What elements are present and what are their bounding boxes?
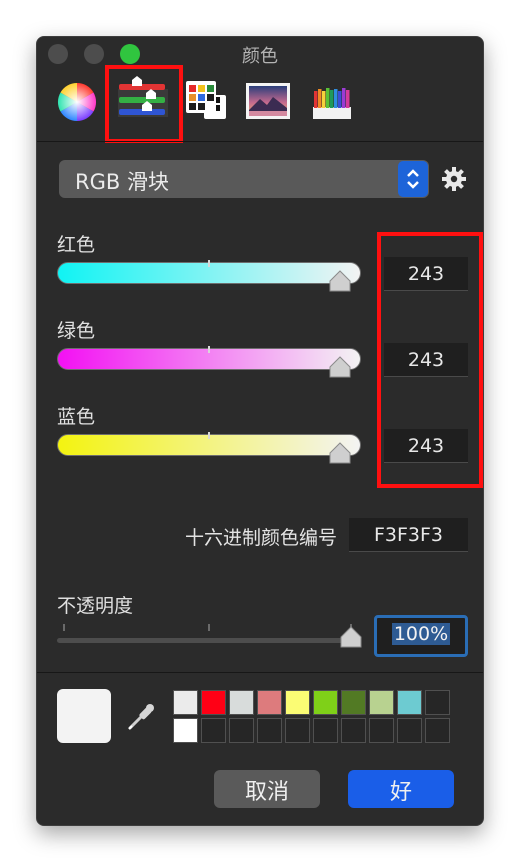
opacity-tick bbox=[208, 624, 210, 631]
color-swatch[interactable] bbox=[201, 690, 226, 715]
color-wheel-icon bbox=[57, 82, 97, 122]
color-swatch[interactable] bbox=[173, 718, 198, 743]
current-color-well[interactable] bbox=[57, 689, 111, 743]
opacity-label: 不透明度 bbox=[57, 595, 134, 617]
color-swatch[interactable] bbox=[313, 690, 338, 715]
palette-grid-icon bbox=[186, 81, 226, 119]
values-highlight-box bbox=[377, 232, 483, 488]
color-swatch[interactable] bbox=[397, 718, 422, 743]
color-swatch[interactable] bbox=[341, 718, 366, 743]
color-swatch[interactable] bbox=[285, 690, 310, 715]
pencils-tab[interactable] bbox=[307, 77, 357, 127]
red-slider[interactable] bbox=[57, 260, 361, 292]
color-swatch[interactable] bbox=[257, 690, 282, 715]
eyedropper-icon bbox=[128, 704, 154, 730]
opacity-slider-knob[interactable] bbox=[339, 623, 363, 651]
toolbar-separator bbox=[37, 141, 483, 142]
chevron-updown-icon bbox=[407, 169, 419, 189]
pencils-icon bbox=[313, 88, 351, 119]
eyedropper-button[interactable] bbox=[123, 699, 159, 735]
ok-button[interactable]: 好 bbox=[348, 770, 454, 808]
window-title: 颜色 bbox=[242, 46, 278, 67]
color-swatch[interactable] bbox=[425, 718, 450, 743]
green-slider[interactable] bbox=[57, 346, 361, 378]
blue-slider[interactable] bbox=[57, 432, 361, 464]
selected-tab-highlight bbox=[105, 65, 183, 143]
color-mode-label: RGB 滑块 bbox=[75, 170, 169, 194]
green-label: 绿色 bbox=[57, 320, 96, 342]
color-mode-popup[interactable]: RGB 滑块 bbox=[59, 160, 429, 198]
color-swatch[interactable] bbox=[369, 690, 394, 715]
color-swatch[interactable] bbox=[425, 690, 450, 715]
color-palettes-tab[interactable] bbox=[182, 77, 232, 127]
action-gear-button[interactable] bbox=[441, 166, 467, 192]
color-swatch[interactable] bbox=[285, 718, 310, 743]
opacity-tick bbox=[63, 624, 65, 631]
color-swatch[interactable] bbox=[369, 718, 394, 743]
bottom-separator bbox=[37, 672, 483, 673]
image-palettes-tab[interactable] bbox=[242, 77, 292, 127]
title-bar: 颜色 bbox=[37, 37, 483, 67]
blue-slider-knob[interactable] bbox=[328, 439, 352, 465]
color-swatch[interactable] bbox=[257, 718, 282, 743]
image-icon bbox=[246, 83, 290, 119]
popup-stepper[interactable] bbox=[398, 161, 428, 197]
red-label: 红色 bbox=[57, 234, 96, 256]
hex-value-field[interactable]: F3F3F3 bbox=[349, 518, 468, 552]
red-slider-knob[interactable] bbox=[328, 267, 352, 293]
opacity-value-field[interactable]: 100% bbox=[374, 615, 468, 657]
color-swatch[interactable] bbox=[397, 690, 422, 715]
cancel-button[interactable]: 取消 bbox=[214, 770, 320, 808]
color-swatch[interactable] bbox=[229, 690, 254, 715]
color-swatch[interactable] bbox=[229, 718, 254, 743]
gear-icon bbox=[442, 167, 466, 191]
opacity-slider[interactable] bbox=[57, 638, 349, 643]
color-swatch[interactable] bbox=[173, 690, 198, 715]
slider-center-tick bbox=[208, 260, 210, 267]
hex-label: 十六进制颜色编号 bbox=[184, 527, 337, 549]
opacity-value-text: 100% bbox=[391, 623, 451, 645]
color-swatch[interactable] bbox=[313, 718, 338, 743]
color-wheel-tab[interactable] bbox=[52, 77, 102, 127]
slider-center-tick bbox=[208, 346, 210, 353]
color-swatch[interactable] bbox=[341, 690, 366, 715]
slider-center-tick bbox=[208, 432, 210, 439]
green-slider-knob[interactable] bbox=[328, 353, 352, 379]
colors-panel-window: 颜色 RGB 滑块 红色 243 绿色 243 蓝色 243 十六进制颜色编号 … bbox=[36, 36, 484, 826]
color-swatch[interactable] bbox=[201, 718, 226, 743]
blue-label: 蓝色 bbox=[57, 406, 96, 428]
